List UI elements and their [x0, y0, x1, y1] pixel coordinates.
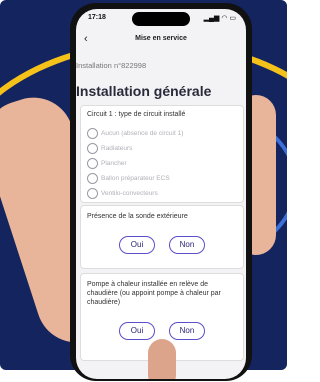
- radio-option-none[interactable]: Aucun (absence de circuit 1): [87, 128, 183, 140]
- thumb-finger: [148, 339, 176, 379]
- phone-screen: 17:18 ▂▄▆ ◠ ▭ ‹ Mise en service Installa…: [76, 9, 246, 379]
- radio-circle-icon: [87, 158, 98, 169]
- nav-title: Mise en service: [135, 35, 187, 42]
- radio-circle-icon: [87, 128, 98, 139]
- heat-pump-title: Pompe à chaleur installée en relève de c…: [87, 281, 221, 306]
- radio-option-floor[interactable]: Plancher: [87, 158, 127, 170]
- sensor-yes-button[interactable]: Oui: [119, 236, 155, 254]
- radio-option-dhw-tank[interactable]: Ballon préparateur ECS: [87, 173, 170, 185]
- radio-option-radiators[interactable]: Radiateurs: [87, 143, 132, 155]
- circuit-type-card: Circuit 1 : type de circuit installé Auc…: [80, 105, 244, 203]
- navigation-bar: ‹ Mise en service: [76, 33, 246, 49]
- radio-circle-icon: [87, 173, 98, 184]
- status-bar: 17:18 ▂▄▆ ◠ ▭: [76, 9, 246, 29]
- sensor-no-button[interactable]: Non: [169, 236, 205, 254]
- installation-number: Installation n°822998: [76, 61, 147, 70]
- heatpump-yes-button[interactable]: Oui: [119, 322, 155, 340]
- page-title: Installation générale: [76, 83, 212, 99]
- radio-option-fan-coils[interactable]: Ventilo-convecteurs: [87, 188, 158, 200]
- outdoor-sensor-title: Présence de la sonde extérieure: [87, 213, 188, 220]
- radio-circle-icon: [87, 143, 98, 154]
- signal-wifi-battery-icon: ▂▄▆ ◠ ▭: [203, 15, 236, 22]
- outdoor-sensor-card: Présence de la sonde extérieure Oui Non: [80, 205, 244, 269]
- status-time: 17:18: [88, 14, 106, 21]
- heatpump-no-button[interactable]: Non: [169, 322, 205, 340]
- radio-circle-icon: [87, 188, 98, 199]
- circuit-type-title: Circuit 1 : type de circuit installé: [87, 111, 186, 118]
- dynamic-island: [132, 12, 190, 26]
